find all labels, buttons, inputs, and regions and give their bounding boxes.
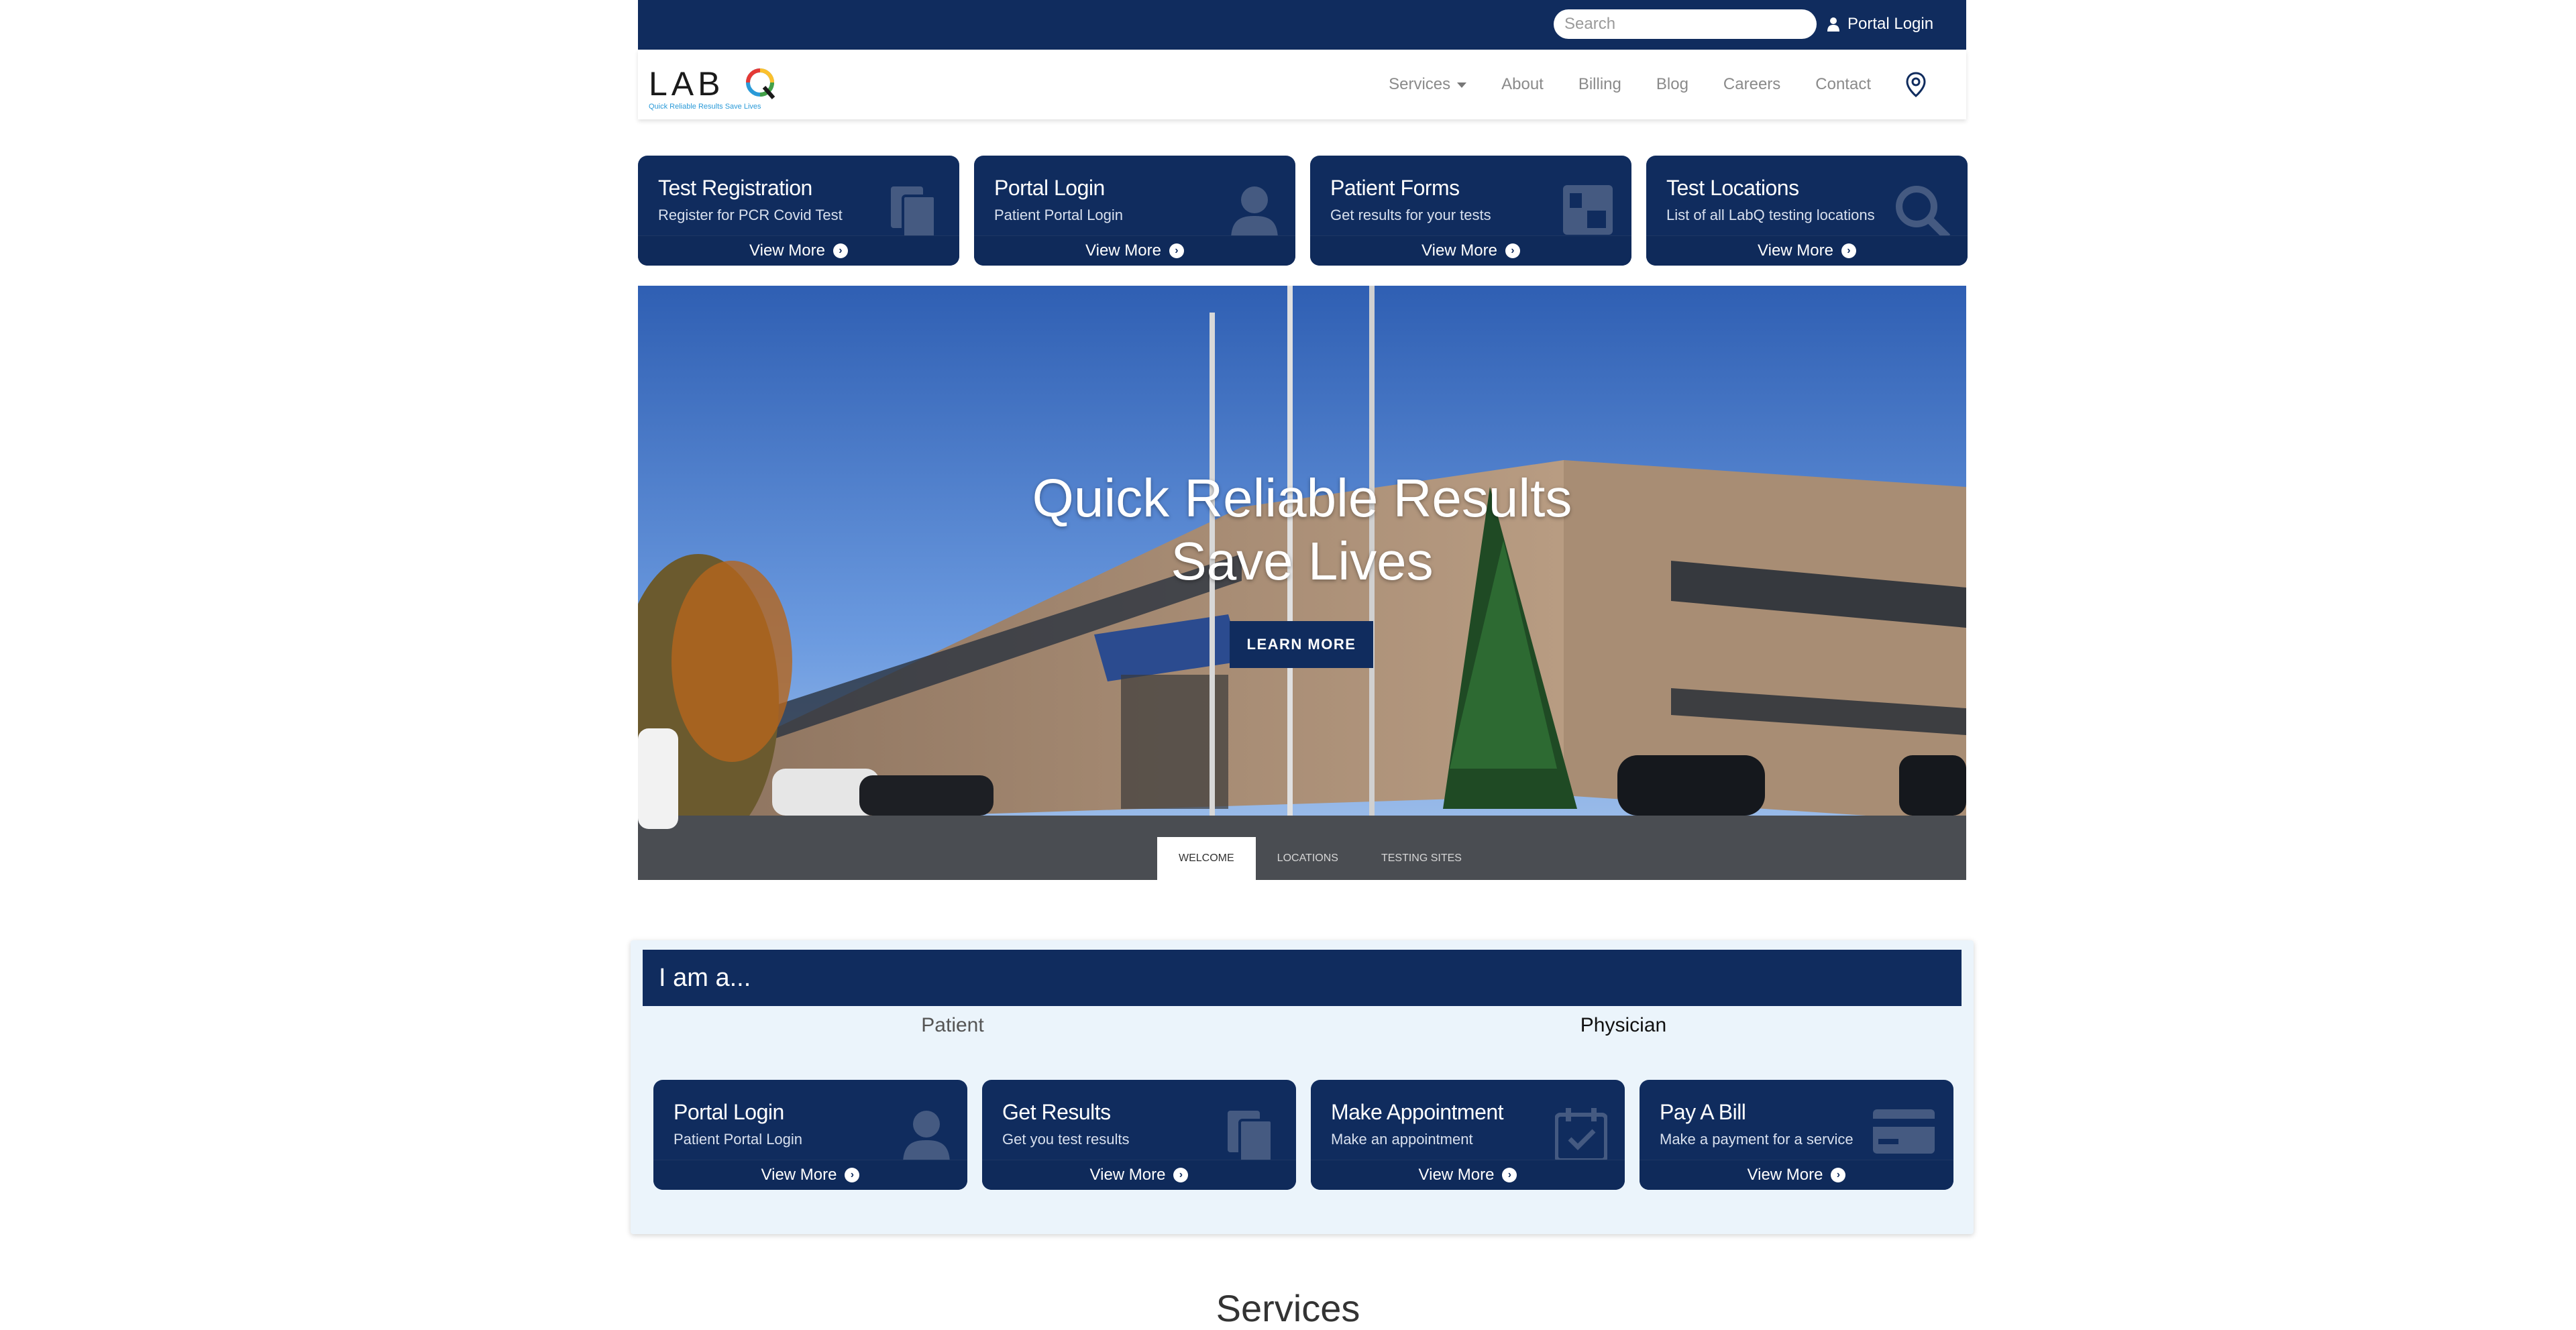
view-more-link[interactable]: View More › [1310,235,1631,266]
nav-contact[interactable]: Contact [1815,75,1871,94]
card-get-results[interactable]: Get Results Get you test results View Mo… [982,1080,1296,1190]
card-subtitle: Register for PCR Covid Test [658,207,843,223]
arrow-right-icon: › [1831,1168,1846,1182]
card-subtitle: Patient Portal Login [674,1131,803,1148]
tab-physician[interactable]: Physician [1301,1014,1945,1037]
arrow-right-icon: › [1841,243,1856,258]
hero-carousel: Quick Reliable Results Save Lives LEARN … [638,286,1966,880]
i-am-a-heading: I am a... [643,950,1962,1006]
card-subtitle: Patient Portal Login [994,207,1124,223]
portal-login-label: Portal Login [1847,15,1934,33]
logo-tagline: Quick Reliable Results Save Lives [649,103,761,111]
chevron-down-icon [1457,82,1467,88]
user-icon [1827,17,1839,32]
user-icon [1231,186,1278,240]
card-title: Pay A Bill [1660,1100,1746,1124]
search-input[interactable] [1554,9,1817,39]
card-pay-a-bill[interactable]: Pay A Bill Make a payment for a service … [1640,1080,1953,1190]
location-pin-icon[interactable] [1906,72,1926,97]
view-more-label: View More [1747,1166,1823,1184]
card-title: Patient Forms [1330,176,1460,200]
card-title: Get Results [1002,1100,1111,1124]
nav-services[interactable]: Services [1389,75,1467,94]
hero-headline-line1: Quick Reliable Results [1032,468,1572,528]
card-title: Portal Login [994,176,1105,200]
arrow-right-icon: › [1502,1168,1517,1182]
hero-tabs: WELCOME LOCATIONS TESTING SITES [1157,837,1483,880]
card-title: Test Locations [1666,176,1799,200]
calendar-icon [1555,1108,1607,1162]
card-test-registration[interactable]: Test Registration Register for PCR Covid… [638,156,959,266]
view-more-label: View More [1758,241,1833,260]
learn-more-button[interactable]: LEARN MORE [1230,621,1373,668]
main-navbar: LAB Quick Reliable Results Save Lives Se… [638,50,1966,119]
view-more-label: View More [749,241,825,260]
card-subtitle: Make an appointment [1331,1131,1473,1148]
services-heading: Services [1216,1287,1360,1329]
card-portal-login[interactable]: Portal Login Patient Portal Login View M… [974,156,1295,266]
card-title: Test Registration [658,176,812,200]
view-more-label: View More [1418,1166,1495,1184]
i-am-a-section: I am a... Patient Physician Portal Login… [631,940,1974,1234]
card-subtitle: List of all LabQ testing locations [1666,207,1875,223]
arrow-right-icon: › [1505,243,1520,258]
view-more-link[interactable]: View More › [638,235,959,266]
card-subtitle: Get you test results [1002,1131,1130,1148]
nav-about[interactable]: About [1501,75,1544,94]
card-title: Portal Login [674,1100,784,1124]
svg-text:LAB: LAB [649,65,724,103]
card-make-appointment[interactable]: Make Appointment Make an appointment Vie… [1311,1080,1625,1190]
nav-menu: Services About Billing Blog Careers Cont… [1389,50,1926,119]
view-more-link[interactable]: View More › [653,1160,967,1190]
nav-services-label: Services [1389,75,1451,93]
portal-login-link[interactable]: Portal Login [1827,12,1933,36]
hero-tab-testing-sites[interactable]: TESTING SITES [1360,837,1483,880]
arrow-right-icon: › [1173,1168,1189,1182]
arrow-right-icon: › [1169,243,1184,258]
card-portal-login[interactable]: Portal Login Patient Portal Login View M… [653,1080,967,1190]
view-more-link[interactable]: View More › [1640,1160,1953,1190]
card-subtitle: Make a payment for a service [1660,1131,1854,1148]
nav-blog[interactable]: Blog [1656,75,1688,94]
form-icon [1563,185,1613,235]
view-more-label: View More [1089,1166,1166,1184]
search-icon [1896,186,1950,240]
hero-headline: Quick Reliable Results Save Lives [638,467,1966,593]
hero-tab-welcome[interactable]: WELCOME [1157,837,1256,880]
documents-icon [891,186,936,239]
top-bar: Portal Login [638,0,1966,50]
view-more-label: View More [1085,241,1161,260]
nav-billing[interactable]: Billing [1578,75,1621,94]
card-title: Make Appointment [1331,1100,1504,1124]
card-subtitle: Get results for your tests [1330,207,1491,223]
card-patient-forms[interactable]: Patient Forms Get results for your tests… [1310,156,1631,266]
nav-careers[interactable]: Careers [1723,75,1780,94]
labq-logo[interactable]: LAB Quick Reliable Results Save Lives [649,59,783,113]
view-more-link[interactable]: View More › [974,235,1295,266]
view-more-link[interactable]: View More › [982,1160,1296,1190]
documents-icon [1228,1111,1273,1163]
arrow-right-icon: › [833,243,848,258]
card-test-locations[interactable]: Test Locations List of all LabQ testing … [1646,156,1968,266]
view-more-link[interactable]: View More › [1311,1160,1625,1190]
hero-tab-locations[interactable]: LOCATIONS [1256,837,1360,880]
credit-card-icon [1873,1109,1935,1154]
tab-patient[interactable]: Patient [631,1014,1275,1037]
arrow-right-icon: › [845,1168,860,1182]
view-more-label: View More [1421,241,1497,260]
view-more-label: View More [761,1166,837,1184]
view-more-link[interactable]: View More › [1646,235,1968,266]
user-icon [903,1111,950,1164]
hero-headline-line2: Save Lives [1171,531,1434,591]
